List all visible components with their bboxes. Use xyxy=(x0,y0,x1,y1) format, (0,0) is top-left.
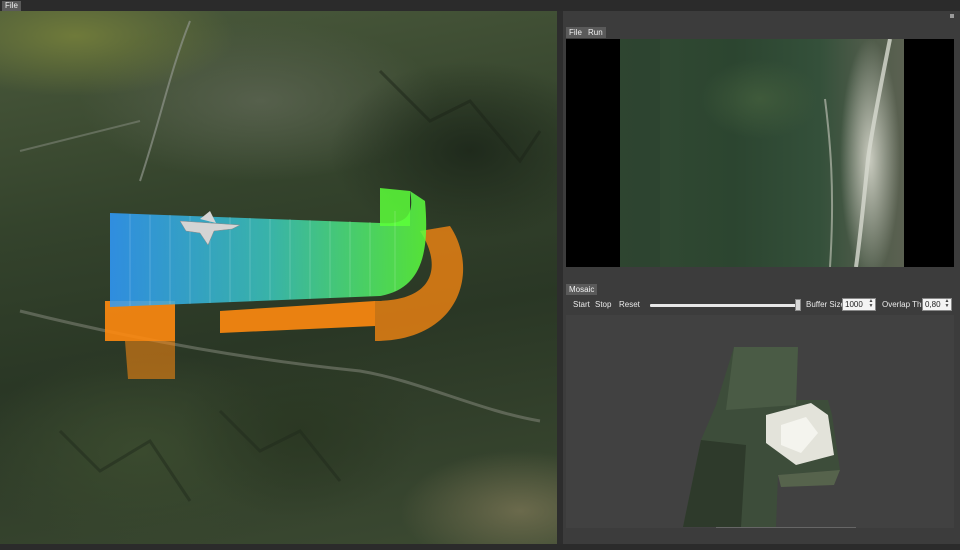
close-icon[interactable] xyxy=(950,14,954,18)
buffer-size-label: Buffer Size xyxy=(806,300,845,309)
flight-corridor xyxy=(110,188,427,307)
buffer-size-spinbox[interactable]: 1000 ▲ ▼ xyxy=(842,298,876,311)
camera-frame-image xyxy=(620,39,904,267)
buffer-slider-track[interactable] xyxy=(650,304,800,307)
overlap-threshold-value: 0,80 xyxy=(925,300,941,309)
mosaic-toolbar: Start Stop Reset Buffer Size 1000 ▲ ▼ Ove… xyxy=(566,297,954,313)
overlap-threshold-label: Overlap Thr. xyxy=(882,300,926,309)
spin-arrows-icon[interactable]: ▲ ▼ xyxy=(944,299,950,310)
buffer-size-value: 1000 xyxy=(845,300,863,309)
terrain-overlay xyxy=(19,20,542,502)
camera-file-menu[interactable]: File xyxy=(566,27,585,38)
right-panel: File Run Mosaic Start Stop Reset Buffer … xyxy=(563,11,960,544)
camera-run-menu[interactable]: Run xyxy=(585,27,606,38)
mosaic-view xyxy=(566,315,954,528)
mosaic-tab[interactable]: Mosaic xyxy=(566,284,598,295)
spin-arrows-icon[interactable]: ▲ ▼ xyxy=(868,299,874,310)
main-menubar: File xyxy=(0,0,960,11)
camera-feed-view xyxy=(566,39,954,267)
stop-button[interactable]: Stop xyxy=(595,300,611,310)
file-menu[interactable]: File xyxy=(2,1,21,11)
buffer-slider-handle[interactable] xyxy=(795,299,801,311)
map-3d-view[interactable] xyxy=(0,11,557,544)
start-button[interactable]: Start xyxy=(573,300,590,310)
status-strip xyxy=(0,544,960,550)
mosaic-image xyxy=(683,347,856,528)
overlap-threshold-spinbox[interactable]: 0,80 ▲ ▼ xyxy=(922,298,952,311)
reset-button[interactable]: Reset xyxy=(619,300,640,310)
